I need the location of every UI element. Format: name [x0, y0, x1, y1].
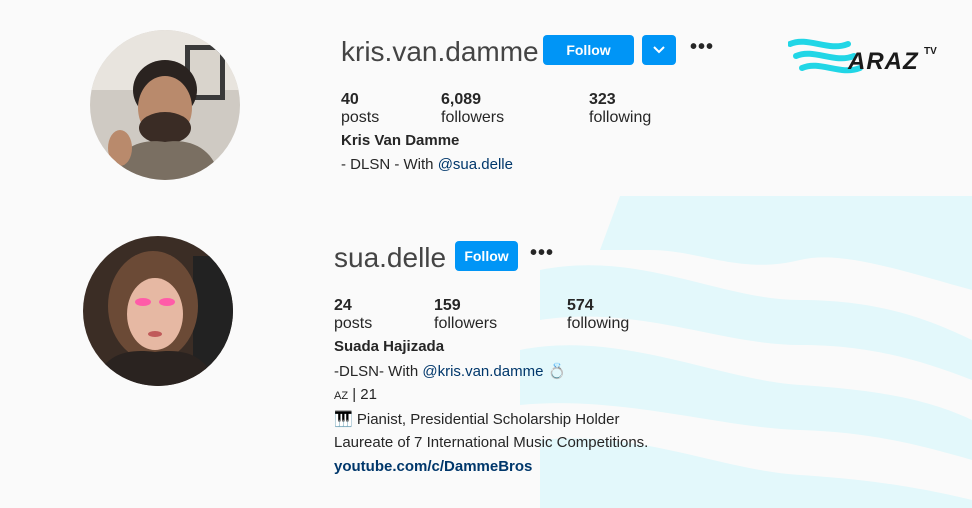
- followers-label: followers: [441, 109, 505, 126]
- bio-text: - DLSN - With: [341, 156, 438, 173]
- araz-logo-tv: TV: [924, 46, 937, 57]
- following-label: following: [567, 315, 630, 332]
- profile-username: kris.van.damme: [341, 36, 539, 67]
- following-stat[interactable]: 323 following: [589, 91, 651, 127]
- bio-mention-link[interactable]: @sua.delle: [438, 156, 513, 173]
- avatar[interactable]: [90, 30, 240, 180]
- avatar[interactable]: [83, 236, 233, 386]
- follow-button[interactable]: Follow: [543, 35, 634, 65]
- following-count: 574: [567, 297, 594, 314]
- followers-stat[interactable]: 159 followers: [434, 297, 497, 333]
- bio-line3-text: Pianist, Presidential Scholarship Holder: [352, 411, 620, 428]
- posts-label: posts: [334, 315, 373, 332]
- bio-line-1: -DLSN- With @kris.van.damme 💍: [334, 362, 566, 380]
- suggested-dropdown-button[interactable]: [642, 35, 676, 65]
- avatar-image: [90, 30, 240, 180]
- posts-label: posts: [341, 109, 380, 126]
- more-options-icon[interactable]: •••: [530, 242, 554, 265]
- posts-count: 40: [341, 91, 359, 108]
- followers-label: followers: [434, 315, 498, 332]
- following-label: following: [589, 109, 652, 126]
- bio-line-3: 🎹 Pianist, Presidential Scholarship Hold…: [334, 410, 620, 428]
- bio-mention-link[interactable]: @kris.van.damme: [422, 363, 543, 380]
- avatar-image: [83, 236, 233, 386]
- posts-stat: 40 posts: [341, 91, 379, 127]
- followers-count: 6,089: [441, 91, 482, 108]
- araz-logo-text: ARAZ: [848, 48, 919, 75]
- following-count: 323: [589, 91, 616, 108]
- followers-stat[interactable]: 6,089 followers: [441, 91, 504, 127]
- posts-stat: 24 posts: [334, 297, 372, 333]
- bio-line-4: Laureate of 7 International Music Compet…: [334, 434, 649, 451]
- bio-line-2: AZ | 21: [334, 386, 377, 403]
- piano-icon: 🎹: [334, 411, 353, 428]
- profile-username: sua.delle: [334, 242, 447, 273]
- ring-icon: 💍: [547, 363, 567, 380]
- bio-age: | 21: [348, 386, 377, 403]
- profile-full-name: Kris Van Damme: [341, 132, 460, 149]
- more-options-icon[interactable]: •••: [690, 36, 714, 59]
- bio-line: - DLSN - With @sua.delle: [341, 156, 513, 173]
- following-stat[interactable]: 574 following: [567, 297, 629, 333]
- follow-button[interactable]: Follow: [455, 241, 518, 271]
- chevron-down-icon: [653, 46, 665, 54]
- profile-website-link[interactable]: youtube.com/c/DammeBros: [334, 458, 532, 475]
- profile-full-name: Suada Hajizada: [334, 338, 445, 355]
- posts-count: 24: [334, 297, 352, 314]
- followers-count: 159: [434, 297, 461, 314]
- bio-text: -DLSN- With: [334, 363, 423, 380]
- country-code: AZ: [334, 390, 349, 402]
